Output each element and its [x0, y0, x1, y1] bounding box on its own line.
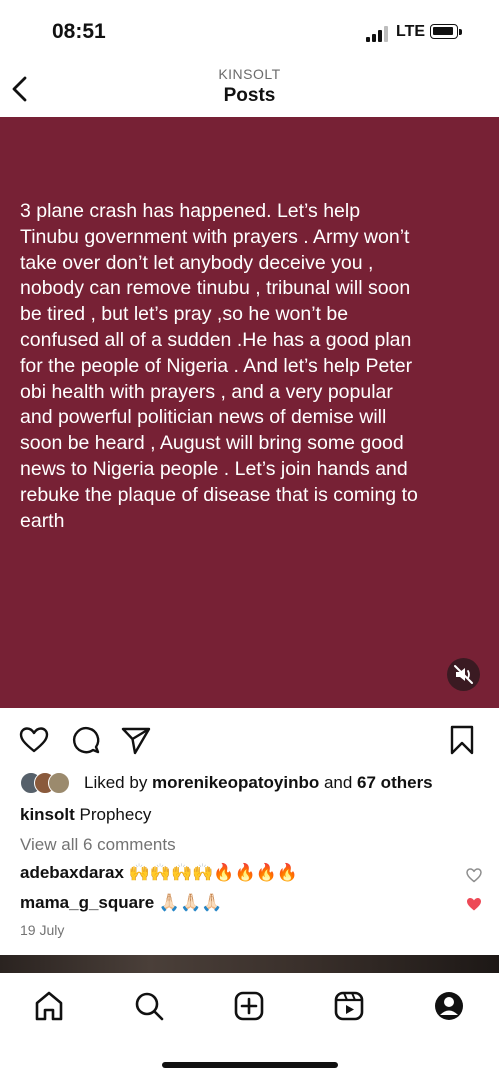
post-date: 19 July [20, 922, 65, 938]
post-actions [0, 720, 499, 760]
caption-username[interactable]: kinsolt [20, 805, 75, 824]
likes-middle: and [319, 773, 358, 792]
home-icon[interactable] [32, 989, 66, 1023]
bookmark-icon[interactable] [446, 724, 478, 756]
share-paper-plane-icon[interactable] [120, 724, 152, 756]
caption-text: Prophecy [74, 805, 152, 824]
like-heart-icon[interactable] [18, 724, 50, 756]
comment-like-heart-icon[interactable] [465, 866, 483, 884]
likes-text: Liked by morenikeopatoyinbo and 67 other… [84, 773, 433, 793]
battery-icon [430, 24, 458, 39]
liker-avatars [20, 772, 78, 794]
comment-row: mama_g_square 🙏🏻🙏🏻🙏🏻 [20, 893, 222, 917]
post-media[interactable]: 3 plane crash has happened. Let’s help T… [0, 117, 499, 708]
back-chevron-icon[interactable] [8, 74, 34, 104]
status-time: 08:51 [52, 20, 106, 43]
comment-liked-heart-icon[interactable] [465, 895, 483, 913]
comment-bubble-icon[interactable] [70, 724, 102, 756]
header-username: KINSOLT [218, 66, 281, 82]
comment-text: 🙏🏻🙏🏻🙏🏻 [154, 893, 223, 912]
comment-username[interactable]: mama_g_square [20, 893, 154, 912]
speaker-muted-icon [454, 665, 473, 684]
page-title: Posts [223, 85, 276, 106]
battery-tip [459, 29, 462, 35]
nav-header: KINSOLT Posts [0, 66, 499, 116]
network-label: LTE [396, 23, 426, 40]
mute-button[interactable] [447, 658, 480, 691]
add-post-icon[interactable] [232, 989, 266, 1023]
likes-summary[interactable]: Liked by morenikeopatoyinbo and 67 other… [20, 772, 490, 794]
home-indicator[interactable] [162, 1062, 338, 1068]
comment-username[interactable]: adebaxdarax [20, 863, 124, 882]
comment-row: adebaxdarax 🙌🙌🙌🙌🔥🔥🔥🔥 [20, 863, 298, 887]
search-icon[interactable] [132, 989, 166, 1023]
view-all-comments-link[interactable]: View all 6 comments [20, 835, 176, 855]
post-text: 3 plane crash has happened. Let’s help T… [20, 200, 418, 532]
liker-username[interactable]: morenikeopatoyinbo [152, 773, 319, 792]
profile-icon[interactable] [432, 989, 466, 1023]
comment-text: 🙌🙌🙌🙌🔥🔥🔥🔥 [123, 863, 299, 882]
likes-prefix: Liked by [84, 773, 153, 792]
signal-icon [366, 26, 388, 42]
post-caption: kinsolt Prophecy [20, 805, 151, 825]
next-post-preview[interactable] [0, 955, 499, 973]
likes-others[interactable]: 67 others [357, 773, 433, 792]
bottom-tab-bar [0, 973, 499, 1080]
avatar [48, 772, 70, 794]
reels-icon[interactable] [332, 989, 366, 1023]
status-bar: 08:51 LTE [0, 0, 499, 66]
